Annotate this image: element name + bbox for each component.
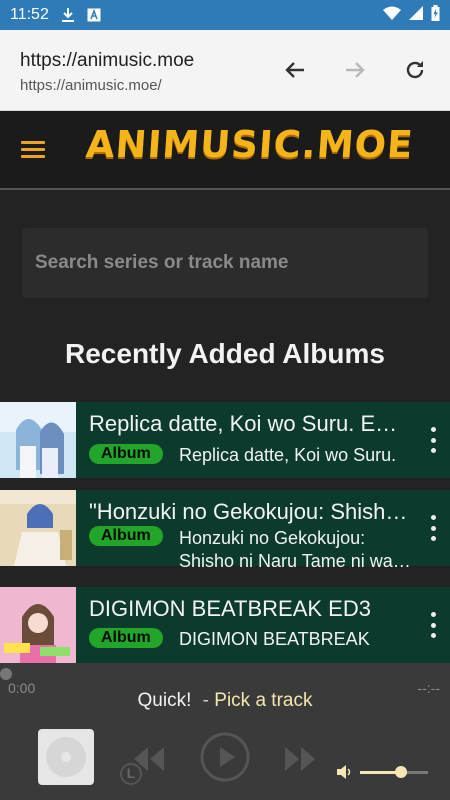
wifi-icon xyxy=(383,6,401,25)
album-title: "Honzuki no Gekokujou: Shisho ni Naru Ta… xyxy=(89,499,409,524)
site-logo[interactable]: ANIMUSIC.MOE xyxy=(84,123,414,166)
disc-icon xyxy=(46,737,86,777)
album-title: Replica datte, Koi wo Suru. Ending xyxy=(89,411,409,436)
now-playing-title: Quick! xyxy=(137,690,192,711)
album-badge: Album xyxy=(89,526,163,546)
album-title: DIGIMON BEATBREAK ED3 xyxy=(89,596,371,621)
download-icon xyxy=(61,7,75,23)
volume-knob[interactable] xyxy=(394,766,407,778)
status-time: 11:52 xyxy=(10,6,49,23)
album-row[interactable]: DIGIMON BEATBREAK ED3 Album DIGIMON BEAT… xyxy=(0,587,450,663)
album-cover-image xyxy=(0,402,76,478)
site-header: ANIMUSIC.MOE xyxy=(0,111,450,190)
album-row[interactable]: "Honzuki no Gekokujou: Shisho ni Naru Ta… xyxy=(0,490,450,571)
status-bar: 11:52 xyxy=(0,0,450,30)
album-subtitle: Replica datte, Koi wo Suru. xyxy=(179,445,397,465)
back-arrow-icon[interactable] xyxy=(280,55,310,85)
search-placeholder: Search series or track name xyxy=(35,252,289,273)
browser-toolbar: https://animusic.moe https://animusic.mo… xyxy=(0,30,450,111)
forward-arrow-icon[interactable] xyxy=(340,55,370,85)
album-cover-image xyxy=(0,490,76,566)
url-host[interactable]: https://animusic.moe xyxy=(20,50,194,72)
battery-icon xyxy=(431,4,440,26)
album-badge: Album xyxy=(89,444,163,464)
album-badge: Album xyxy=(89,628,163,648)
signal-icon xyxy=(409,5,423,25)
loop-toggle[interactable]: L xyxy=(118,761,144,787)
play-icon[interactable] xyxy=(199,731,251,783)
album-subtitle: DIGIMON BEATBREAK xyxy=(179,629,370,649)
progress-knob[interactable] xyxy=(0,668,12,680)
progress-bar[interactable] xyxy=(0,663,450,680)
album-subtitle: Honzuki no Gekokujou: Shisho ni Naru Tam… xyxy=(179,528,393,571)
album-cover-image xyxy=(0,587,76,663)
volume-icon[interactable] xyxy=(335,763,353,781)
url-full[interactable]: https://animusic.moe/ xyxy=(20,77,162,94)
cover-art[interactable] xyxy=(38,729,94,785)
search-input[interactable]: Search series or track name xyxy=(22,228,428,298)
a-notification-icon xyxy=(87,8,101,22)
now-playing: Quick! - Pick a track xyxy=(0,690,450,712)
reload-icon[interactable] xyxy=(400,55,430,85)
more-options-icon[interactable] xyxy=(430,612,436,638)
menu-icon[interactable] xyxy=(21,141,45,159)
more-options-icon[interactable] xyxy=(430,515,436,541)
pick-track-link[interactable]: Pick a track xyxy=(214,690,312,711)
now-playing-separator: - xyxy=(202,690,209,711)
loop-label: L xyxy=(126,765,136,781)
volume-slider[interactable] xyxy=(360,766,428,778)
more-options-icon[interactable] xyxy=(430,427,436,453)
next-icon[interactable] xyxy=(281,741,321,777)
audio-player: 0:00 --:-- Quick! - Pick a track L xyxy=(0,663,450,800)
section-title: Recently Added Albums xyxy=(65,338,385,369)
album-row[interactable]: Replica datte, Koi wo Suru. Ending Album… xyxy=(0,402,450,478)
